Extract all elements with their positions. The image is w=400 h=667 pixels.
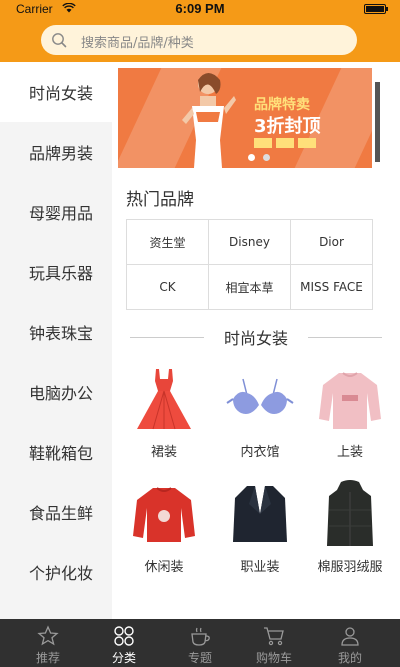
- status-bar: Carrier 6:09 PM: [0, 0, 400, 20]
- product-label: 内衣馆: [240, 445, 280, 460]
- sidebar-item-computers[interactable]: 电脑办公: [0, 362, 112, 422]
- tab-label: 购物车: [255, 651, 292, 665]
- product-lingerie[interactable]: 内衣馆: [212, 365, 308, 460]
- header-bar: Carrier 6:09 PM 搜索商品/品牌/种类: [0, 0, 400, 62]
- page-dot[interactable]: [263, 154, 270, 161]
- tab-cart[interactable]: 购物车: [234, 619, 314, 667]
- sidebar-item-watches[interactable]: 钟表珠宝: [0, 302, 112, 362]
- banner-subtitle: 3折封顶: [254, 116, 321, 137]
- search-input[interactable]: 搜索商品/品牌/种类: [41, 25, 357, 55]
- category-icon: [114, 626, 134, 646]
- page-dot-active[interactable]: [248, 154, 255, 161]
- brand-dior[interactable]: Dior: [291, 220, 373, 265]
- next-banner-peek: [375, 82, 380, 162]
- promo-banner[interactable]: 品牌特卖 3折封顶: [118, 68, 372, 168]
- tab-me[interactable]: 我的: [310, 619, 390, 667]
- brand-disney[interactable]: Disney: [209, 220, 291, 265]
- banner-tag: [254, 138, 272, 148]
- product-tops[interactable]: 上装: [302, 365, 398, 460]
- banner-tag: [276, 138, 294, 148]
- hot-brands-title: 热门品牌: [126, 190, 194, 210]
- down-coat-icon: [327, 480, 373, 546]
- product-casual[interactable]: 休闲装: [116, 480, 212, 575]
- dress-icon: [137, 369, 191, 430]
- sidebar-item-men[interactable]: 品牌男装: [0, 122, 112, 182]
- product-label: 裙装: [150, 445, 177, 460]
- divider-right: [308, 337, 382, 338]
- cart-icon: [264, 627, 284, 646]
- brand-shiseido[interactable]: 资生堂: [127, 220, 209, 265]
- product-down-coats[interactable]: 棉服羽绒服: [302, 480, 398, 575]
- product-office-wear[interactable]: 职业装: [212, 480, 308, 575]
- banner-title: 品牌特卖: [254, 97, 310, 113]
- tab-category[interactable]: 分类: [84, 619, 164, 667]
- status-time: 6:09 PM: [175, 1, 225, 16]
- sidebar-item-shoes-bags[interactable]: 鞋靴箱包: [0, 422, 112, 482]
- product-label: 休闲装: [144, 560, 184, 575]
- tab-label: 专题: [187, 651, 212, 665]
- bottom-tab-bar: 推荐 分类 专题 购物车 我的: [0, 619, 400, 667]
- star-icon: [37, 625, 59, 646]
- model-image: [182, 73, 236, 168]
- search-icon: [52, 33, 67, 48]
- blazer-icon: [233, 486, 287, 542]
- tab-topics[interactable]: 专题: [160, 619, 240, 667]
- sidebar-item-women[interactable]: 时尚女装: [0, 62, 112, 122]
- tab-recommend[interactable]: 推荐: [8, 619, 88, 667]
- brand-inoherb[interactable]: 相宜本草: [209, 265, 291, 310]
- sidebar-item-cosmetics[interactable]: 个护化妆: [0, 542, 112, 602]
- tab-label: 分类: [111, 651, 136, 665]
- sidebar-item-toys[interactable]: 玩具乐器: [0, 242, 112, 302]
- sweatshirt-icon: [319, 372, 381, 429]
- sidebar-item-baby[interactable]: 母婴用品: [0, 182, 112, 242]
- category-sidebar: 时尚女装 品牌男装 母婴用品 玩具乐器 钟表珠宝 电脑办公 鞋靴箱包 食品生鲜 …: [0, 62, 112, 619]
- search-placeholder: 搜索商品/品牌/种类: [81, 36, 194, 51]
- banner-page-indicator[interactable]: [248, 154, 270, 161]
- person-icon: [341, 627, 359, 646]
- cup-icon: [191, 627, 210, 646]
- product-label: 棉服羽绒服: [317, 560, 383, 575]
- tab-label: 推荐: [35, 651, 60, 665]
- banner-tags: [254, 138, 316, 148]
- bra-icon: [226, 378, 294, 414]
- tab-label: 我的: [337, 651, 362, 665]
- category-content: 品牌特卖 3折封顶 热门品牌 资生堂 Disney Dior CK 相宜本草 M…: [112, 62, 400, 619]
- product-label: 上装: [336, 445, 363, 460]
- brand-ck[interactable]: CK: [127, 265, 209, 310]
- brand-miss-face[interactable]: MISS FACE: [291, 265, 373, 310]
- hot-brands-grid: 资生堂 Disney Dior CK 相宜本草 MISS FACE: [126, 219, 373, 310]
- sidebar-item-food[interactable]: 食品生鲜: [0, 482, 112, 542]
- sweater-icon: [133, 487, 195, 542]
- battery-icon: [364, 4, 388, 14]
- product-dress[interactable]: 裙装: [116, 365, 212, 460]
- banner-tag: [298, 138, 316, 148]
- product-label: 职业装: [240, 560, 280, 575]
